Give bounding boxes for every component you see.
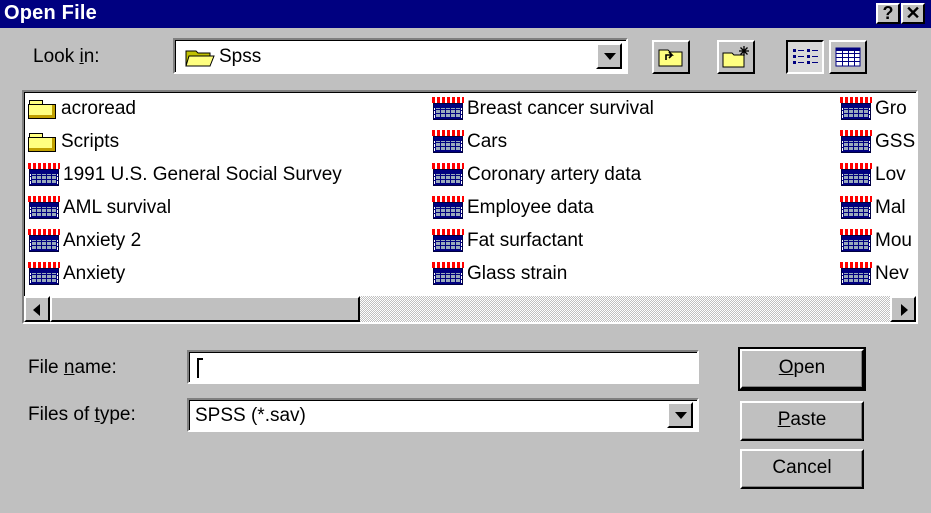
up-one-level-button[interactable]: [652, 40, 690, 74]
file-item-name: Mal: [875, 197, 906, 218]
file-item[interactable]: Glass strain: [432, 261, 567, 287]
spss-data-file-icon: [432, 130, 464, 154]
file-item-name: GSS: [875, 131, 916, 152]
file-type-select[interactable]: SPSS (*.sav): [187, 398, 699, 432]
paste-button[interactable]: Paste: [740, 401, 864, 441]
create-new-folder-button[interactable]: [717, 40, 755, 74]
file-item-name: Lov: [875, 164, 906, 185]
file-item[interactable]: Mal: [840, 195, 920, 221]
file-item-name: Nev: [875, 263, 909, 284]
folder-icon: [28, 131, 58, 153]
file-name-label: File name:: [28, 357, 117, 378]
title-bar[interactable]: Open File ? ✕: [0, 0, 931, 28]
spss-data-file-icon: [840, 130, 872, 154]
spss-data-file-icon: [840, 196, 872, 220]
file-item-name: 1991 U.S. General Social Survey: [63, 164, 342, 185]
spss-data-file-icon: [28, 262, 60, 286]
file-type-label: Files of type:: [28, 404, 136, 425]
spss-data-file-icon: [28, 229, 60, 253]
scroll-thumb[interactable]: [50, 296, 360, 322]
folder-icon: [28, 98, 58, 120]
look-in-dropdown-button[interactable]: [596, 43, 622, 69]
help-button[interactable]: ?: [876, 3, 900, 24]
file-item-name: Scripts: [61, 131, 120, 152]
up-folder-icon: [658, 49, 683, 67]
list-view-button[interactable]: [786, 40, 824, 74]
spss-data-file-icon: [28, 163, 60, 187]
file-item[interactable]: Breast cancer survival: [432, 96, 654, 122]
file-item-name: Glass strain: [467, 263, 568, 284]
spss-data-file-icon: [432, 196, 464, 220]
close-button[interactable]: ✕: [901, 3, 925, 24]
details-view-button[interactable]: [829, 40, 867, 74]
horizontal-scrollbar[interactable]: [24, 296, 916, 322]
spss-data-file-icon: [840, 229, 872, 253]
list-view-icon: [793, 49, 818, 64]
open-button[interactable]: Open: [738, 347, 866, 391]
details-view-icon: [835, 47, 861, 67]
spss-data-file-icon: [432, 163, 464, 187]
file-type-dropdown-button[interactable]: [667, 402, 693, 428]
file-item[interactable]: Cars: [432, 129, 507, 155]
file-item[interactable]: Fat surfactant: [432, 228, 583, 254]
look-in-combo[interactable]: Spss: [173, 38, 628, 74]
file-item[interactable]: Anxiety 2: [28, 228, 141, 254]
folder-item[interactable]: Scripts: [28, 129, 119, 155]
file-item-name: Gro: [875, 98, 907, 119]
file-item-name: Breast cancer survival: [467, 98, 654, 119]
spss-data-file-icon: [432, 97, 464, 121]
file-type-value: SPSS (*.sav): [195, 405, 306, 426]
file-item-name: AML survival: [63, 197, 172, 218]
spss-data-file-icon: [432, 229, 464, 253]
look-in-label: Look in:: [33, 46, 100, 67]
scroll-left-button[interactable]: [24, 296, 50, 322]
file-item[interactable]: GSS: [840, 129, 920, 155]
scroll-right-button[interactable]: [890, 296, 916, 322]
file-item[interactable]: 1991 U.S. General Social Survey: [28, 162, 342, 188]
text-caret: [197, 358, 203, 378]
cancel-button[interactable]: Cancel: [740, 449, 864, 489]
look-in-value: Spss: [219, 46, 262, 67]
window-title: Open File: [4, 2, 97, 24]
file-item-name: Anxiety: [63, 263, 126, 284]
new-folder-icon: [722, 46, 749, 68]
file-item[interactable]: AML survival: [28, 195, 171, 221]
file-item-name: Fat surfactant: [467, 230, 584, 251]
file-item-name: Employee data: [467, 197, 594, 218]
file-name-input[interactable]: [187, 350, 699, 384]
spss-data-file-icon: [432, 262, 464, 286]
file-item[interactable]: Gro: [840, 96, 920, 122]
file-item[interactable]: Mou: [840, 228, 920, 254]
file-item-name: acroread: [61, 98, 136, 119]
file-item[interactable]: Coronary artery data: [432, 162, 641, 188]
spss-data-file-icon: [840, 97, 872, 121]
open-folder-icon: [185, 50, 215, 67]
file-item[interactable]: Nev: [840, 261, 920, 287]
file-list[interactable]: acroread Scripts 1991 U.S. General Social …: [22, 90, 918, 324]
spss-data-file-icon: [840, 163, 872, 187]
file-item-name: Mou: [875, 230, 912, 251]
spss-data-file-icon: [840, 262, 872, 286]
open-file-dialog: Open File ? ✕ Look in: Spss acroread Scr…: [0, 0, 931, 513]
spss-data-file-icon: [28, 196, 60, 220]
file-item[interactable]: Lov: [840, 162, 920, 188]
folder-item[interactable]: acroread: [28, 96, 136, 122]
file-item[interactable]: Employee data: [432, 195, 594, 221]
file-item[interactable]: Anxiety: [28, 261, 125, 287]
file-item-name: Cars: [467, 131, 508, 152]
file-item-name: Coronary artery data: [467, 164, 642, 185]
file-item-name: Anxiety 2: [63, 230, 142, 251]
